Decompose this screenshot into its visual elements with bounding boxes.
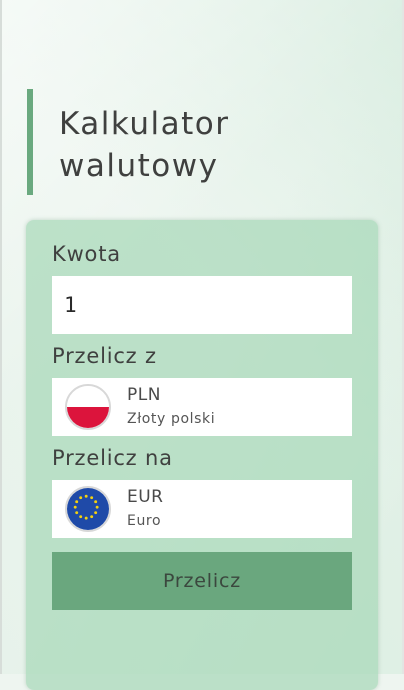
page-title-line2: walutowy xyxy=(59,148,219,184)
eu-flag-star xyxy=(95,505,99,509)
page-header: Kalkulator walutowy xyxy=(27,89,333,195)
page-title-line1: Kalkulator xyxy=(59,106,230,142)
eu-flag-star xyxy=(73,505,77,509)
amount-input[interactable] xyxy=(52,276,352,334)
amount-label: Kwota xyxy=(52,242,121,266)
eu-flag-star xyxy=(90,515,94,519)
eu-flag-icon xyxy=(65,486,111,532)
eu-flag-star xyxy=(75,511,79,515)
from-currency-select[interactable]: PLN Złoty polski xyxy=(52,378,352,436)
from-currency-label: Przelicz z xyxy=(52,344,157,368)
eu-flag-star xyxy=(79,496,83,500)
from-currency-name: Złoty polski xyxy=(127,411,216,427)
eu-flag-star xyxy=(84,494,88,498)
to-currency-code: EUR xyxy=(127,487,164,507)
eu-flag-star xyxy=(75,500,79,504)
window-edge-left xyxy=(0,0,2,674)
eu-flag-star xyxy=(90,496,94,500)
converter-card: Kwota Przelicz z PLN Złoty polski Przeli… xyxy=(26,220,378,690)
page-title: Kalkulator walutowy xyxy=(59,103,230,187)
to-currency-select[interactable]: EUR Euro xyxy=(52,480,352,538)
to-currency-label: Przelicz na xyxy=(52,446,173,470)
from-currency-code: PLN xyxy=(127,385,161,405)
eu-flag-star xyxy=(84,516,88,520)
eu-flag-star xyxy=(79,515,83,519)
eu-flag-star xyxy=(94,500,98,504)
eu-flag-star xyxy=(94,511,98,515)
to-currency-name: Euro xyxy=(127,513,162,529)
poland-flag-icon xyxy=(65,384,111,430)
convert-button[interactable]: Przelicz xyxy=(52,552,352,610)
